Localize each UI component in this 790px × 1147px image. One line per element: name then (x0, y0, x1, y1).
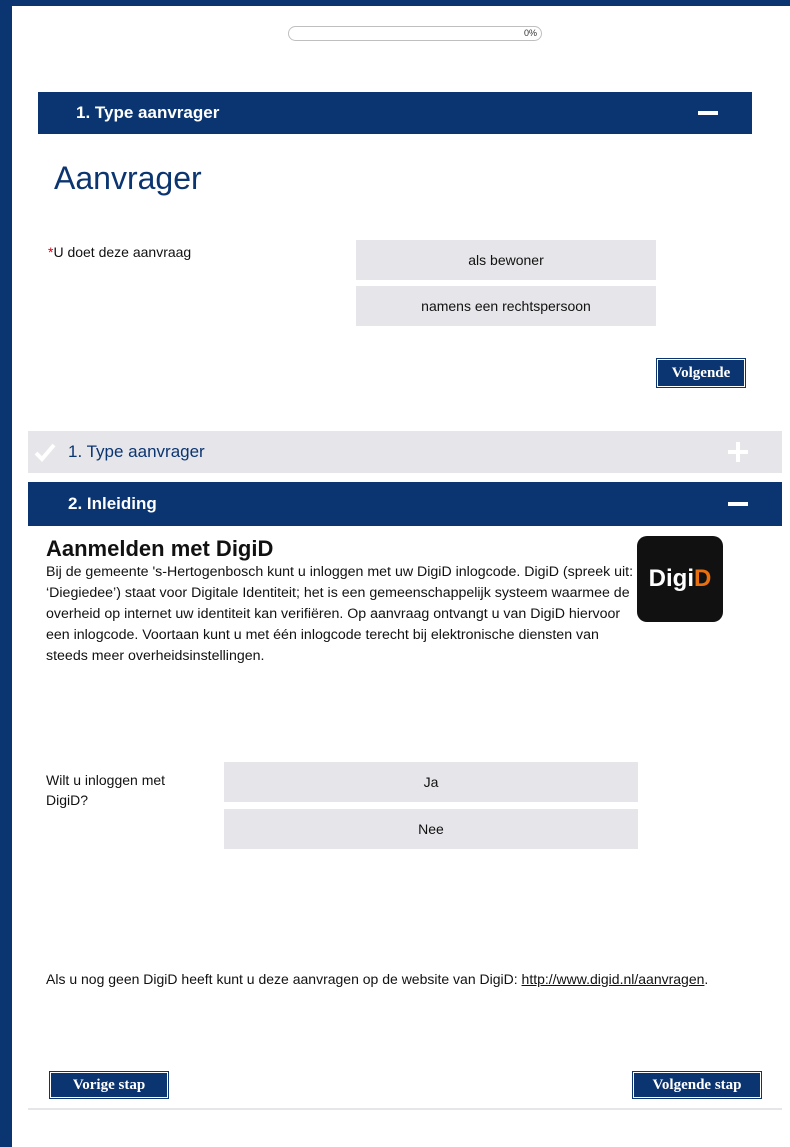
section-header-inleiding[interactable]: 2. Inleiding (28, 482, 782, 526)
option-nee[interactable]: Nee (224, 809, 638, 849)
logo-text-d: D (694, 565, 712, 592)
section-header-type-aanvrager[interactable]: 1. Type aanvrager (38, 92, 752, 134)
note-end: . (704, 971, 709, 987)
question-text: U doet deze aanvraag (53, 244, 192, 260)
question-label-aanvraag: *U doet deze aanvraag (48, 244, 191, 260)
section-title: 2. Inleiding (68, 494, 157, 513)
digid-intro-text: Bij de gemeente 's-Hertogenbosch kunt u … (46, 564, 634, 664)
note-text: Als u nog geen DigiD heeft kunt u deze a… (46, 971, 522, 987)
option-ja[interactable]: Ja (224, 762, 638, 802)
form-page: 0% 1. Type aanvrager Aanvrager *U doet d… (12, 6, 790, 1147)
digid-aanvragen-link[interactable]: http://www.digid.nl/aanvragen (522, 971, 705, 987)
section-title: 1. Type aanvrager (76, 103, 220, 122)
digid-heading: Aanmelden met DigiD (46, 536, 274, 561)
question-label-digid: Wilt u inloggen met DigiD? (46, 772, 166, 808)
progress-label: 0% (523, 28, 537, 38)
progress-bar: 0% (288, 26, 542, 41)
next-step-button[interactable]: Volgende stap (632, 1071, 762, 1099)
logo-text-i: i (687, 565, 694, 592)
digid-note: Als u nog geen DigiD heeft kunt u deze a… (46, 968, 726, 990)
page-title: Aanvrager (54, 160, 202, 196)
divider (28, 1108, 782, 1110)
option-als-bewoner[interactable]: als bewoner (356, 240, 656, 280)
previous-step-button[interactable]: Vorige stap (49, 1071, 169, 1099)
logo-text: Dig (648, 565, 688, 592)
next-button[interactable]: Volgende (656, 358, 746, 388)
collapse-icon[interactable] (728, 502, 748, 506)
digid-logo: Dig i D (637, 536, 723, 622)
checkmark-icon (34, 443, 56, 462)
collapse-icon[interactable] (698, 111, 718, 115)
option-namens-rechtspersoon[interactable]: namens een rechtspersoon (356, 286, 656, 326)
expand-icon[interactable] (728, 442, 748, 462)
section-header-type-aanvrager-completed[interactable]: 1. Type aanvrager (28, 431, 782, 473)
